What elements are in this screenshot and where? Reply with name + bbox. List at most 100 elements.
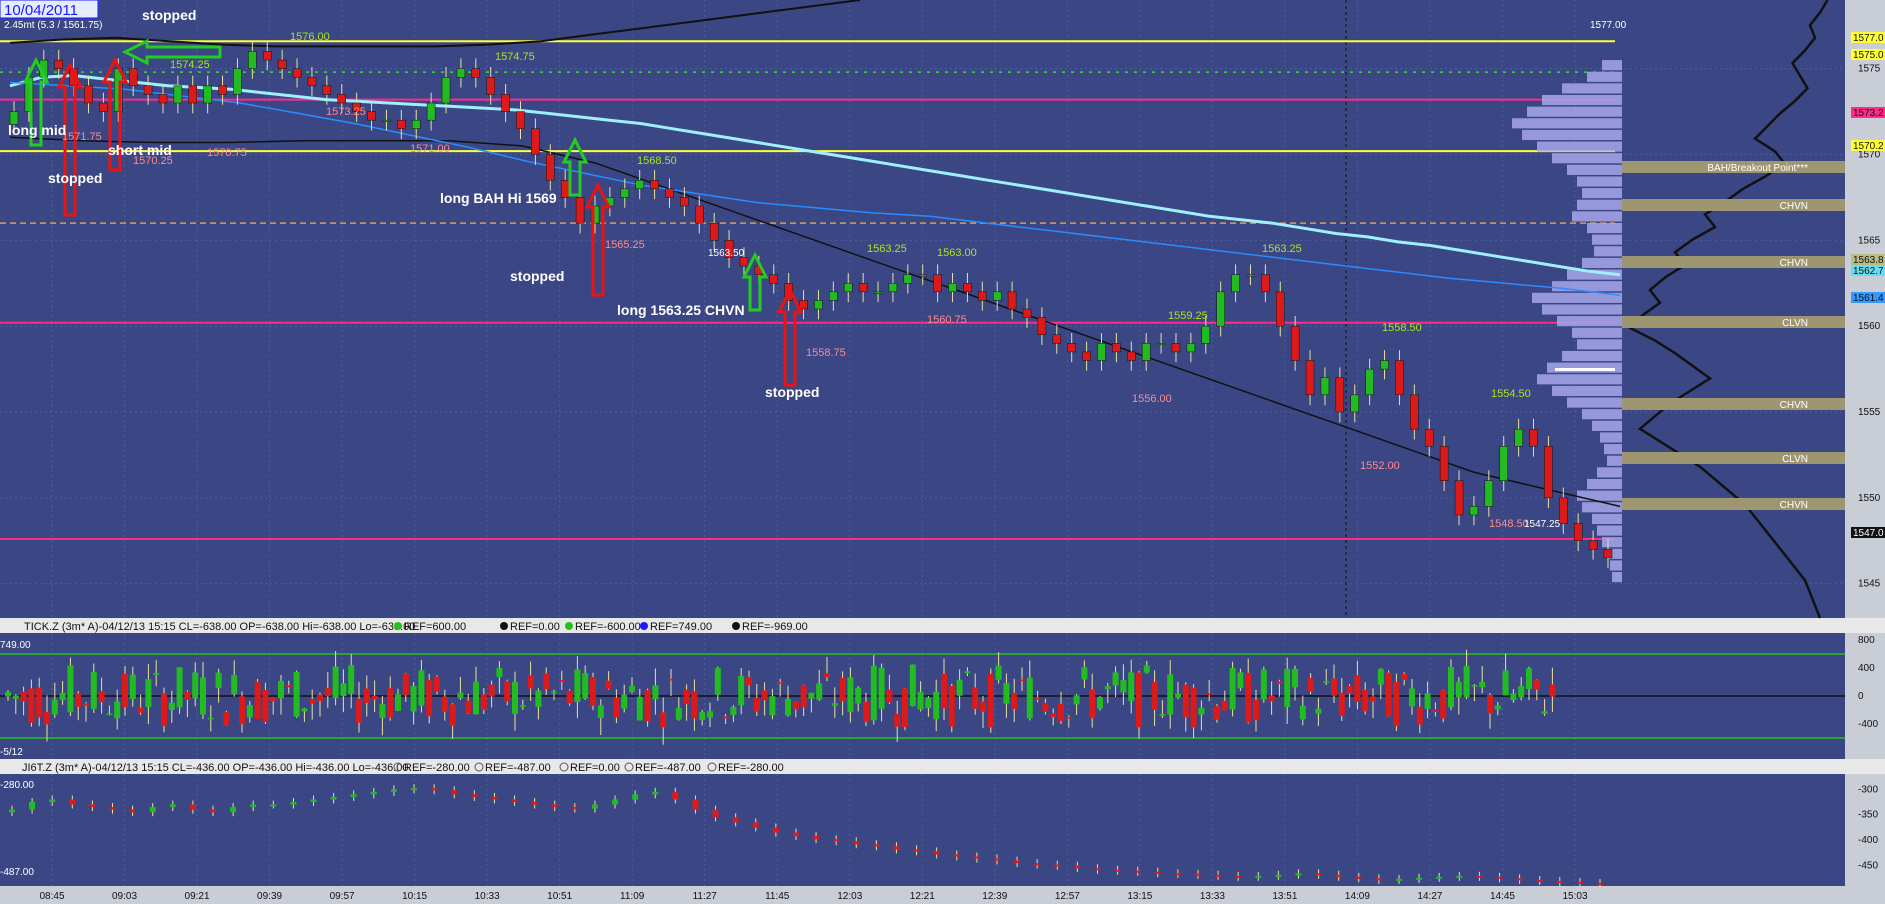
ind2-bar-down [551,804,558,808]
ind1-bar-up [831,703,838,706]
ind1-bar-up [1463,665,1470,698]
ind2-bar-down [752,822,759,828]
ind1-bar-down [902,688,908,728]
price-label: 1576.00 [290,31,330,43]
candle-down [1410,394,1419,430]
candle-up [888,283,898,293]
candle-down [546,154,555,181]
time-tick-label: 09:21 [185,891,210,902]
ind2-bar-up [612,799,619,805]
profile-bar [1547,362,1622,373]
candle-up [843,283,853,293]
ind2-bar-down [1335,874,1342,877]
ind1-bar-down [488,684,495,697]
candle-down [128,68,138,87]
ind1-bar-down [605,680,612,689]
profile-bar [1512,118,1622,129]
ind1-bar-up [1471,685,1478,687]
trade-annotation: stopped [510,268,564,284]
candle-down [188,85,198,104]
ind1-tick-label: 0 [1858,691,1864,702]
trade-annotation: stopped [48,170,102,186]
time-tick-label: 13:33 [1200,891,1225,902]
ind2-ref-label: REF=-280.00 [718,762,784,774]
ind1-bar-up [909,664,916,707]
ind1-bar-down [1019,679,1025,682]
ind1-bar-up [278,680,284,699]
price-tag-label: 1561.4 [1853,293,1884,304]
ind1-bar-up [551,691,557,694]
ind1-bar-down [1401,673,1408,680]
candle-up [1156,343,1166,346]
profile-bar [1602,60,1622,71]
time-tick-label: 13:51 [1272,891,1297,902]
ind2-bar-down [873,844,880,847]
ind2-bar-up [9,809,15,813]
time-tick-label: 12:57 [1055,891,1080,902]
ind1-bar-down [1245,672,1252,723]
candle-down [1067,343,1076,353]
ind1-bar-down [1034,697,1041,700]
ind1-bar-down [1331,678,1337,696]
ind1-bar-down [558,680,565,682]
time-tick-label: 11:45 [765,891,790,902]
candle-down [1052,334,1062,344]
candle-down [486,77,495,95]
ind1-bar-down [644,690,651,722]
price-label: 1548.50 [1489,518,1529,530]
ind1-bar-down [746,676,752,686]
indicator2-refs: REF=-280.00 REF=-487.00 REF=0.00 REF=-487.0… [393,762,784,774]
candle-up [1514,428,1523,447]
candle-down [1588,540,1598,550]
ind1-bar-up [964,671,971,674]
ind1-bar-down [1050,713,1057,717]
candle-up [1499,446,1508,481]
top-info: 2.45mt (5.3 / 1561.75) [4,20,102,31]
ind1-bar-down [1253,699,1259,721]
price-label: 1571.75 [62,131,102,143]
ind1-bar-up [714,668,721,695]
ind2-bar-down [1074,865,1081,869]
candle-down [471,68,481,78]
profile-bar [1537,141,1622,152]
ind2-bar-up [1295,873,1302,876]
ind1-bar-up [847,677,854,713]
ind2-bar-down [1235,875,1242,878]
candle-up [918,274,927,277]
candle-up [203,85,212,104]
candle-down [501,94,510,112]
ind1-bar-up [332,666,339,699]
profile-bar [1537,374,1622,385]
ind1-bar-down [1011,692,1018,709]
ind1-bar-up [769,696,776,716]
ind2-bar-up [591,804,598,809]
price-label: 1552.00 [1360,460,1400,472]
ind1-bar-down [761,690,768,701]
ind1-bar-down [1432,709,1439,712]
ind2-bar-down [1014,860,1021,864]
ind1-bar-down [660,712,667,728]
candle-down [1171,343,1181,353]
price-label: 1573.25 [326,106,366,118]
ind2-bar-up [1395,878,1402,881]
profile-bar [1567,164,1622,175]
candle-down [665,188,674,198]
price-label: 1558.50 [1382,322,1422,334]
ind1-bar-up [1323,681,1330,683]
ind1-bar-down [543,673,550,690]
ind1-bar-down [254,681,261,719]
ind1-bar-up [785,698,791,716]
trade-annotation: short mid [108,142,172,158]
vp-tag-band [1622,398,1845,410]
ind2-bar-up [632,794,639,800]
ind1-bar-up [168,702,175,710]
ind1-bar-down [262,689,269,723]
ind2-bar-down [531,802,538,805]
ind1-bar-up [1377,668,1384,685]
profile-bar [1577,199,1622,210]
ind1-bar-down [36,687,43,718]
indicator2-bottom-left: -487.00 [0,867,34,878]
price-label: 1547.25 [1524,519,1561,530]
price-label: 1574.75 [495,51,535,63]
ind1-bar-up [855,687,862,704]
